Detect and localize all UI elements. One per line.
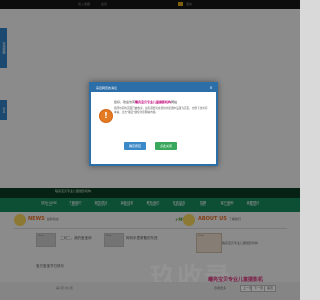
confirm-button[interactable]: 确定按钮 — [124, 142, 146, 150]
dialog-greeting: 您好，欢迎访问曦亮宝贝专业儿童摄影机构网站 — [114, 100, 178, 104]
warning-icon: ! — [99, 109, 113, 123]
dialog-body: 您所访问的页面已被收录，如有需要可在您的浏览器中设置为首页，方便下次访问本站。点… — [114, 107, 208, 114]
close-icon[interactable]: × — [208, 85, 214, 91]
dialog-title: 来自网页的消息 — [96, 86, 118, 90]
dialog-title-bar: 来自网页的消息 — [91, 84, 216, 92]
close-button[interactable]: 点此关闭 — [155, 142, 177, 150]
alert-dialog: 来自网页的消息 × ! 您好，欢迎访问曦亮宝贝专业儿童摄影机构网站 您所访问的页… — [89, 82, 218, 166]
